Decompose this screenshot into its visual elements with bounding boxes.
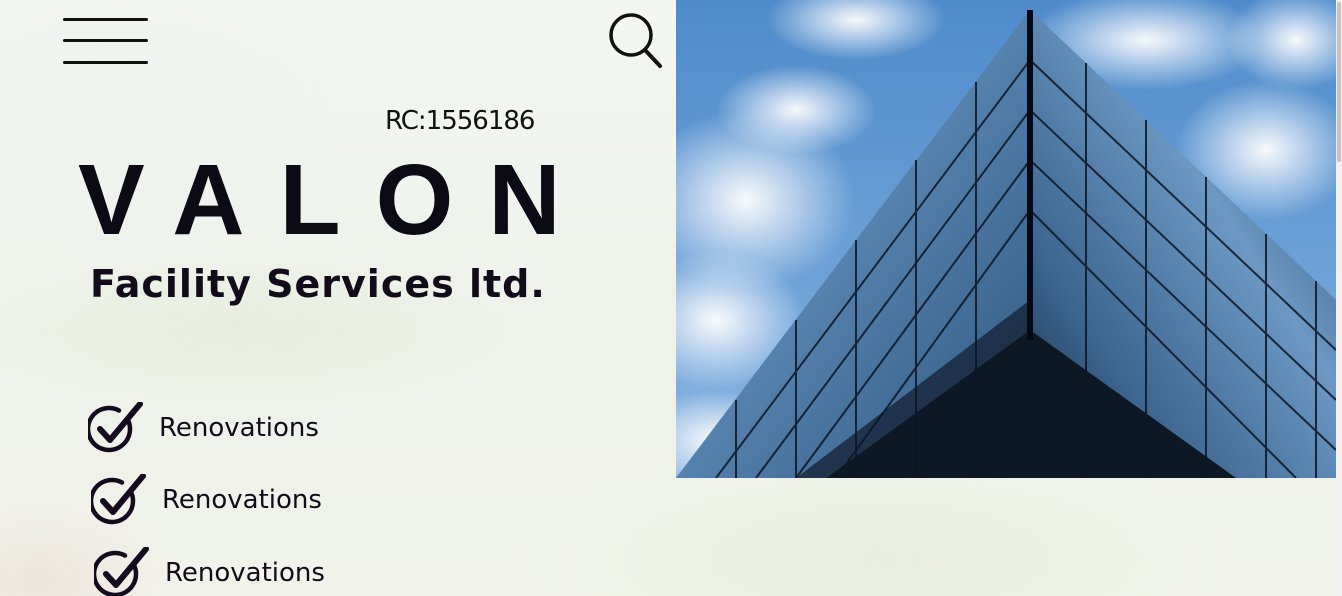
check-circle-icon: [88, 402, 143, 453]
check-circle-icon: [91, 474, 146, 525]
skyscraper-illustration: [676, 0, 1336, 478]
service-label: Renovations: [162, 485, 322, 515]
brand-name: VALON: [78, 144, 596, 256]
glass-skyscraper-photo: [676, 0, 1336, 478]
service-item: Renovations: [94, 547, 325, 596]
service-item: Renovations: [88, 402, 319, 454]
menu-bar-top: [63, 18, 148, 21]
page-scrollbar[interactable]: [1336, 0, 1342, 596]
service-label: Renovations: [159, 413, 319, 443]
registration-number: RC:1556186: [385, 106, 535, 136]
hamburger-menu-icon[interactable]: [63, 18, 148, 66]
service-label: Renovations: [165, 558, 325, 588]
search-icon[interactable]: [607, 10, 663, 70]
brand-tagline: Facility Services ltd.: [90, 262, 546, 306]
check-circle-icon: [94, 547, 149, 596]
search-icon-graphic: [609, 13, 662, 68]
service-item: Renovations: [91, 474, 322, 526]
scrollbar-thumb[interactable]: [1337, 2, 1341, 162]
menu-bar-middle: [63, 39, 148, 42]
menu-bar-bottom: [63, 61, 148, 64]
